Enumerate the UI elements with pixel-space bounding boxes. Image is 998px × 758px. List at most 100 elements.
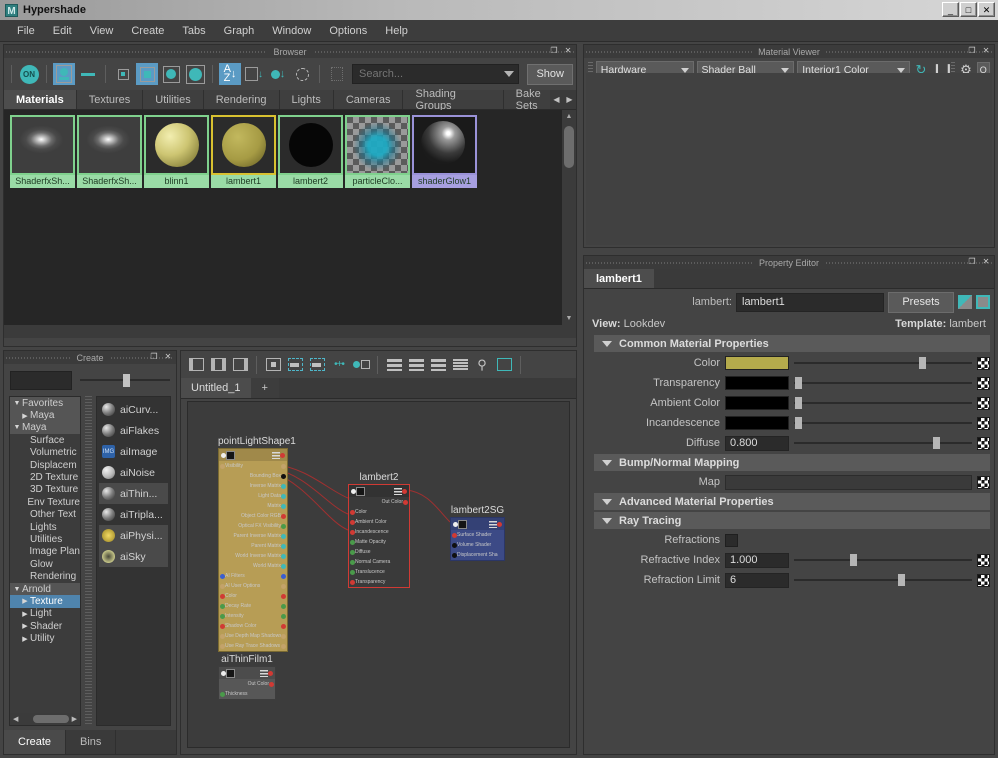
material-swatch[interactable]: blinn1 xyxy=(144,115,209,188)
scroll-down-icon[interactable]: ▼ xyxy=(562,312,576,325)
swatch-thumbnail[interactable] xyxy=(10,115,75,175)
create-swatch-field[interactable] xyxy=(10,370,72,390)
create-tab-bins[interactable]: Bins xyxy=(66,730,117,754)
attr-output-plug[interactable] xyxy=(281,473,286,479)
node-menu-icon[interactable] xyxy=(489,520,497,528)
tree-item[interactable]: Volumetric xyxy=(10,447,80,459)
node-attribute[interactable]: AI Filters xyxy=(219,571,287,581)
attr-output-plug[interactable] xyxy=(281,483,286,489)
input-output-connections-button[interactable] xyxy=(208,355,228,374)
attribute-slider[interactable] xyxy=(794,376,972,390)
menu-help[interactable]: Help xyxy=(376,23,417,39)
frame-all-button[interactable] xyxy=(494,355,514,374)
node-attribute[interactable]: Thickness xyxy=(219,689,275,699)
node-attribute[interactable]: Matte Opacity xyxy=(349,537,409,547)
map-button[interactable] xyxy=(977,475,990,489)
create-category-tree[interactable]: ▼ Favorites ▶ Maya ▼ Maya Surface Volumetric Dis… xyxy=(9,396,81,726)
node-attribute[interactable]: Inverse Matrix xyxy=(219,481,287,491)
menu-window[interactable]: Window xyxy=(263,23,320,39)
swatch-vertical-scrollbar[interactable]: ▲ ▼ xyxy=(562,110,576,338)
twisty-icon[interactable]: ▶ xyxy=(20,597,30,605)
collapse-triangle-icon[interactable] xyxy=(602,517,612,524)
menu-file[interactable]: File xyxy=(8,23,44,39)
tree-item[interactable]: ▶ Utility xyxy=(10,632,80,644)
minimize-button[interactable]: _ xyxy=(942,2,959,17)
browser-close-button[interactable]: ✕ xyxy=(562,45,574,57)
tree-item[interactable]: ▶ Shader xyxy=(10,620,80,632)
attr-output-plug[interactable] xyxy=(281,603,286,609)
tree-item[interactable]: Displacem xyxy=(10,459,80,471)
node-attribute[interactable]: Ambient Color xyxy=(349,517,409,527)
color-swatch[interactable] xyxy=(725,376,789,390)
attr-output-plug[interactable] xyxy=(281,573,286,579)
swatch-thumbnail[interactable] xyxy=(345,115,410,175)
node-attribute[interactable]: Light Data xyxy=(219,491,287,501)
toggle-on-button[interactable]: ON xyxy=(18,63,40,85)
attr-output-plug[interactable] xyxy=(281,623,286,629)
tree-item[interactable]: ▼ Maya xyxy=(10,421,80,435)
create-size-slider[interactable] xyxy=(80,372,170,388)
attr-output-plug[interactable] xyxy=(281,523,286,529)
tab-shading-groups[interactable]: Shading Groups xyxy=(403,88,504,112)
menu-edit[interactable]: Edit xyxy=(44,23,81,39)
add-graph-tab-button[interactable]: + xyxy=(250,378,279,398)
node-attribute[interactable]: Object Color RGB xyxy=(219,511,287,521)
node-attribute[interactable]: Matrix xyxy=(219,501,287,511)
attribute-value-input[interactable]: 1.000 xyxy=(725,552,789,568)
tab-cameras[interactable]: Cameras xyxy=(333,90,404,109)
tree-item[interactable]: ▶ Maya xyxy=(10,409,80,422)
copy-tab-icon[interactable] xyxy=(958,295,972,309)
twisty-icon[interactable]: ▶ xyxy=(20,610,30,618)
node-output-plug[interactable] xyxy=(268,670,273,676)
layout-horizontal-button[interactable] xyxy=(384,355,404,374)
small-swatch-button[interactable] xyxy=(112,63,134,85)
material-swatch[interactable]: particleClo... xyxy=(345,115,410,188)
filter-icon[interactable] xyxy=(326,63,348,85)
node-menu-icon[interactable] xyxy=(394,487,402,495)
section-header[interactable]: Common Material Properties xyxy=(594,335,990,352)
attr-output-plug[interactable] xyxy=(281,493,286,499)
node-attribute[interactable]: Transparency xyxy=(349,577,409,587)
duplicate-tab-icon[interactable] xyxy=(976,295,990,309)
attr-output-plug[interactable] xyxy=(281,583,286,589)
color-swatch[interactable] xyxy=(725,396,789,410)
scroll-thumb[interactable] xyxy=(564,126,574,168)
out-plug[interactable] xyxy=(403,499,408,505)
tree-item[interactable]: Rendering xyxy=(10,570,80,582)
attribute-value-input[interactable]: 0.800 xyxy=(725,435,789,451)
tab-scroll-left-icon[interactable]: ◀ xyxy=(553,95,559,104)
graph-node-pointLightShape1[interactable]: pointLightShape1 Visibility Bounding Box In… xyxy=(218,436,296,652)
attr-output-plug[interactable] xyxy=(281,563,286,569)
node-attribute[interactable]: Translucence xyxy=(349,567,409,577)
attr-output-plug[interactable] xyxy=(281,613,286,619)
swatch-thumbnail[interactable] xyxy=(278,115,343,175)
node-attribute[interactable]: World Inverse Matrix xyxy=(219,551,287,561)
node-attribute[interactable]: Color xyxy=(349,507,409,517)
node-attribute[interactable]: Visibility xyxy=(219,461,287,471)
out-plug[interactable] xyxy=(269,681,274,687)
twisty-icon[interactable]: ▼ xyxy=(12,424,22,431)
node-attribute[interactable]: Color xyxy=(219,591,287,601)
create-node-item[interactable]: aiPhysi... xyxy=(99,525,168,546)
twisty-icon[interactable]: ▶ xyxy=(20,412,30,420)
material-swatch[interactable]: ShaderfxSh... xyxy=(77,115,142,188)
node-attribute[interactable]: Normal Camera xyxy=(349,557,409,567)
node-attribute[interactable]: Decay Rate xyxy=(219,601,287,611)
tree-item[interactable]: Env Texture xyxy=(10,496,80,508)
tree-item[interactable]: ▼ Favorites xyxy=(10,397,80,410)
map-button[interactable] xyxy=(977,416,990,430)
clear-graph-button[interactable]: •+• xyxy=(329,355,349,374)
swatch-thumbnail[interactable] xyxy=(77,115,142,175)
swatch-thumbnail[interactable] xyxy=(211,115,276,175)
tree-item[interactable]: ▶ Light xyxy=(10,608,80,620)
node-attribute[interactable]: Parent Inverse Matrix xyxy=(219,531,287,541)
create-node-item[interactable]: aiThin... xyxy=(99,483,168,504)
create-node-item[interactable]: aiTripla... xyxy=(99,504,168,525)
sort-by-time-button[interactable]: ↓ xyxy=(267,63,289,85)
create-node-list[interactable]: aiCurv... aiFlakes IMG aiImage aiNoise aiThin… xyxy=(96,396,171,726)
node-attribute[interactable]: Volume Shader xyxy=(451,540,504,550)
sort-alphabetical-button[interactable]: AZ ↓ xyxy=(219,63,241,85)
create-close-button[interactable]: ✕ xyxy=(162,351,174,363)
panel-splitter[interactable] xyxy=(85,396,92,726)
swatch-horizontal-scrollbar[interactable] xyxy=(4,325,562,338)
